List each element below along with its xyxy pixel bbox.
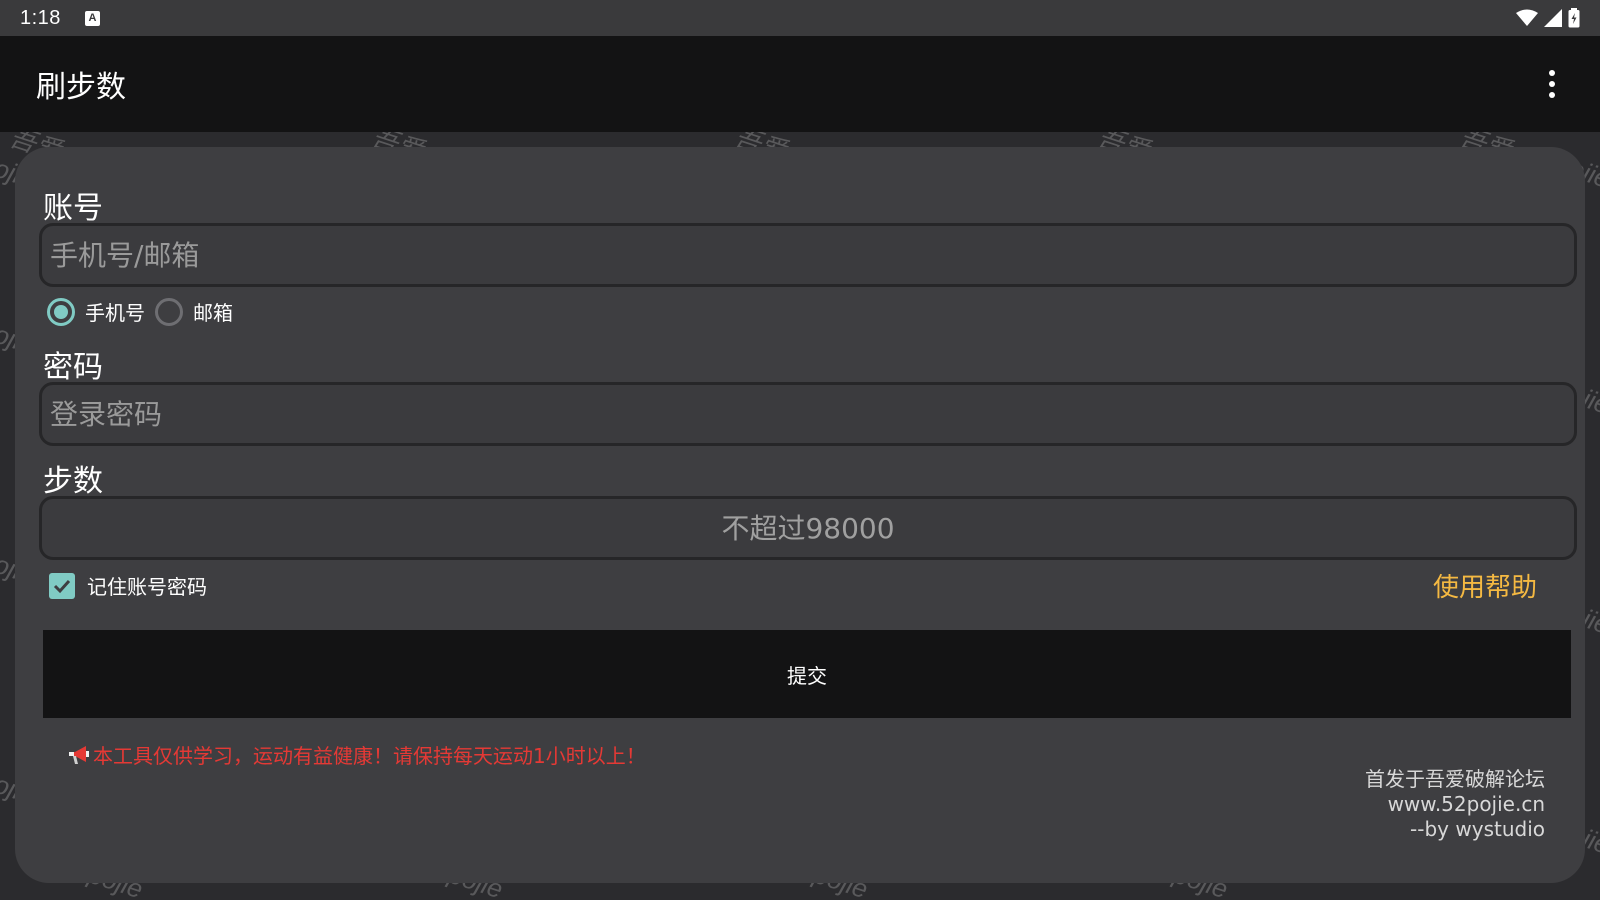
radio-phone-label: 手机号 <box>85 301 145 325</box>
steps-input[interactable] <box>39 496 1577 560</box>
help-link[interactable]: 使用帮助 <box>1433 567 1537 604</box>
radio-email-label: 邮箱 <box>193 301 233 325</box>
battery-icon <box>1568 8 1580 28</box>
megaphone-icon <box>69 745 89 764</box>
account-label: 账号 <box>43 191 103 226</box>
account-type-radio-group: 手机号 邮箱 <box>47 297 243 326</box>
wifi-icon <box>1516 9 1538 26</box>
more-vert-icon[interactable] <box>1540 64 1564 104</box>
credits-line-forum: 首发于吾爱破解论坛 <box>1365 767 1545 791</box>
radio-checked-icon <box>47 297 75 326</box>
password-label: 密码 <box>43 350 103 385</box>
form-card: 账号 手机号 邮箱 密码 步数 记住账号密码 使用帮助 提交 本工具仅供学习，运… <box>15 147 1585 883</box>
credits-line-author: --by wystudio <box>1410 817 1545 841</box>
credits: 首发于吾爱破解论坛 www.52pojie.cn --by wystudio <box>1365 767 1545 842</box>
remember-label: 记住账号密码 <box>87 575 207 599</box>
status-icons <box>1516 8 1580 28</box>
password-input[interactable] <box>39 382 1577 446</box>
remember-checkbox[interactable]: 记住账号密码 <box>49 571 207 600</box>
a-icon: A <box>84 10 100 26</box>
notice-text: 本工具仅供学习，运动有益健康！请保持每天运动1小时以上！ <box>93 744 646 768</box>
cell-signal-icon <box>1544 9 1562 27</box>
radio-email[interactable]: 邮箱 <box>155 297 233 326</box>
checkbox-checked-icon <box>49 572 75 599</box>
radio-phone[interactable]: 手机号 <box>47 297 145 326</box>
submit-button[interactable]: 提交 <box>43 630 1571 718</box>
status-bar: 1:18 A <box>0 0 1600 36</box>
credits-line-url: www.52pojie.cn <box>1387 792 1545 816</box>
app-bar: 刷步数 <box>0 36 1600 132</box>
radio-unchecked-icon <box>155 297 183 326</box>
steps-label: 步数 <box>43 464 103 499</box>
notice-message: 本工具仅供学习，运动有益健康！请保持每天运动1小时以上！ <box>67 740 646 769</box>
account-input[interactable] <box>39 223 1577 287</box>
status-time: 1:18 <box>20 6 61 29</box>
app-title: 刷步数 <box>36 70 126 105</box>
